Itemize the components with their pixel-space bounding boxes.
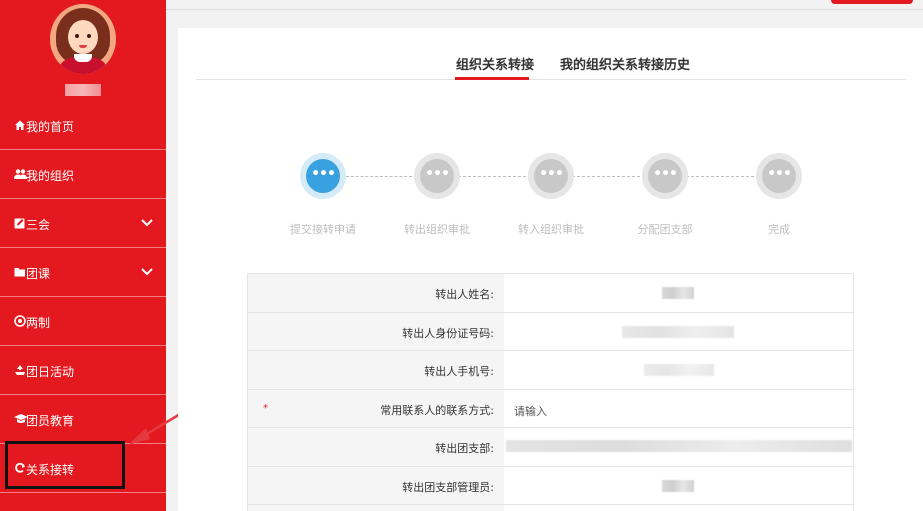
sidebar-item-tuanri[interactable]: 团日活动 [0, 346, 166, 395]
sidebar-item-label: 团员教育 [26, 414, 75, 428]
form-row [248, 505, 853, 511]
sidebar-item-sanhui[interactable]: 三会 [0, 199, 166, 248]
folder-icon [14, 266, 26, 278]
active-tab-indicator [455, 77, 529, 80]
step-label: 提交接转申请 [290, 223, 356, 236]
step-5: ••• [756, 153, 802, 199]
sidebar-item-label: 我的首页 [26, 120, 75, 134]
step-4: ••• [642, 153, 688, 199]
sidebar-nav: 我的首页 我的组织 三会 团课 两制 团日活动 团员教育 关系接转 [0, 101, 166, 493]
sidebar-item-education[interactable]: 团员教育 [0, 395, 166, 444]
step-label: 完成 [768, 223, 790, 236]
tab-transfer[interactable]: 组织关系转接 [456, 54, 534, 73]
field-label: 转出团支部: [435, 442, 494, 455]
step-1: ••• [300, 153, 346, 199]
graduation-cap-icon [14, 413, 28, 425]
home-icon [14, 119, 26, 131]
step-connector [346, 176, 412, 177]
recycle-icon [14, 364, 26, 376]
step-label: 分配团支部 [637, 223, 693, 236]
sidebar-item-label: 三会 [26, 218, 51, 232]
progress-steps: ••• ••• ••• ••• ••• 提交接转申请 转出组织审批 转入组织审批… [178, 148, 923, 248]
field-label: 转出人姓名: [435, 288, 494, 301]
required-mark: * [263, 402, 268, 414]
form-row: 转出团支部管理员: [248, 466, 853, 505]
step-connector [458, 176, 526, 177]
transfer-form: 转出人姓名: 转出人身份证号码: 转出人手机号: * 常用联系人的联系方式: 请… [247, 273, 854, 511]
step-connector [686, 176, 754, 177]
id-number-value [504, 313, 853, 351]
step-label: 转入组织审批 [518, 223, 584, 236]
sidebar-item-tuanke[interactable]: 团课 [0, 248, 166, 297]
avatar[interactable] [50, 4, 116, 74]
top-bar [166, 0, 923, 10]
field-label: 转出团支部管理员: [402, 480, 494, 494]
form-row: 转出人身份证号码: [248, 312, 853, 351]
step-3: ••• [528, 153, 574, 199]
top-action-button[interactable] [831, 0, 913, 4]
users-icon [14, 168, 27, 180]
chevron-down-icon[interactable] [140, 264, 154, 278]
field-label: 常用联系人的联系方式: [380, 403, 494, 417]
field-label: 转出人身份证号码: [402, 326, 494, 340]
sidebar-item-label: 团日活动 [26, 365, 75, 379]
transfer-name-value [504, 274, 853, 312]
target-icon [14, 315, 26, 327]
sidebar-item-organization[interactable]: 我的组织 [0, 150, 166, 199]
sidebar-item-home[interactable]: 我的首页 [0, 101, 166, 150]
step-2: ••• [414, 153, 460, 199]
tab-history[interactable]: 我的组织关系转接历史 [560, 54, 690, 73]
form-row: 转出人手机号: [248, 351, 853, 390]
phone-value [504, 351, 853, 389]
chevron-down-icon[interactable] [140, 215, 154, 229]
edit-icon [14, 217, 26, 229]
tab-bar: 组织关系转接 我的组织关系转接历史 [196, 28, 906, 80]
form-row: 转出人姓名: [248, 274, 853, 313]
main-panel: 组织关系转接 我的组织关系转接历史 ••• ••• ••• ••• ••• 提交… [178, 28, 923, 511]
step-label: 转出组织审批 [404, 223, 470, 236]
username-redacted [65, 84, 101, 96]
sidebar-item-liangzhi[interactable]: 两制 [0, 297, 166, 346]
highlight-box [5, 441, 125, 489]
form-row: 转出团支部: [248, 428, 853, 467]
field-label: 转出人手机号: [424, 365, 494, 378]
branch-admin-value [504, 467, 853, 505]
sidebar-item-label: 我的组织 [26, 169, 75, 183]
contact-input-placeholder: 请输入 [514, 404, 547, 418]
sidebar-item-label: 两制 [26, 316, 51, 330]
sidebar: 我的首页 我的组织 三会 团课 两制 团日活动 团员教育 关系接转 [0, 0, 166, 511]
branch-value [504, 428, 853, 466]
sidebar-item-label: 团课 [26, 267, 51, 281]
contact-input[interactable]: 请输入 [504, 390, 853, 428]
form-row: * 常用联系人的联系方式: 请输入 [248, 389, 853, 428]
step-connector [572, 176, 640, 177]
